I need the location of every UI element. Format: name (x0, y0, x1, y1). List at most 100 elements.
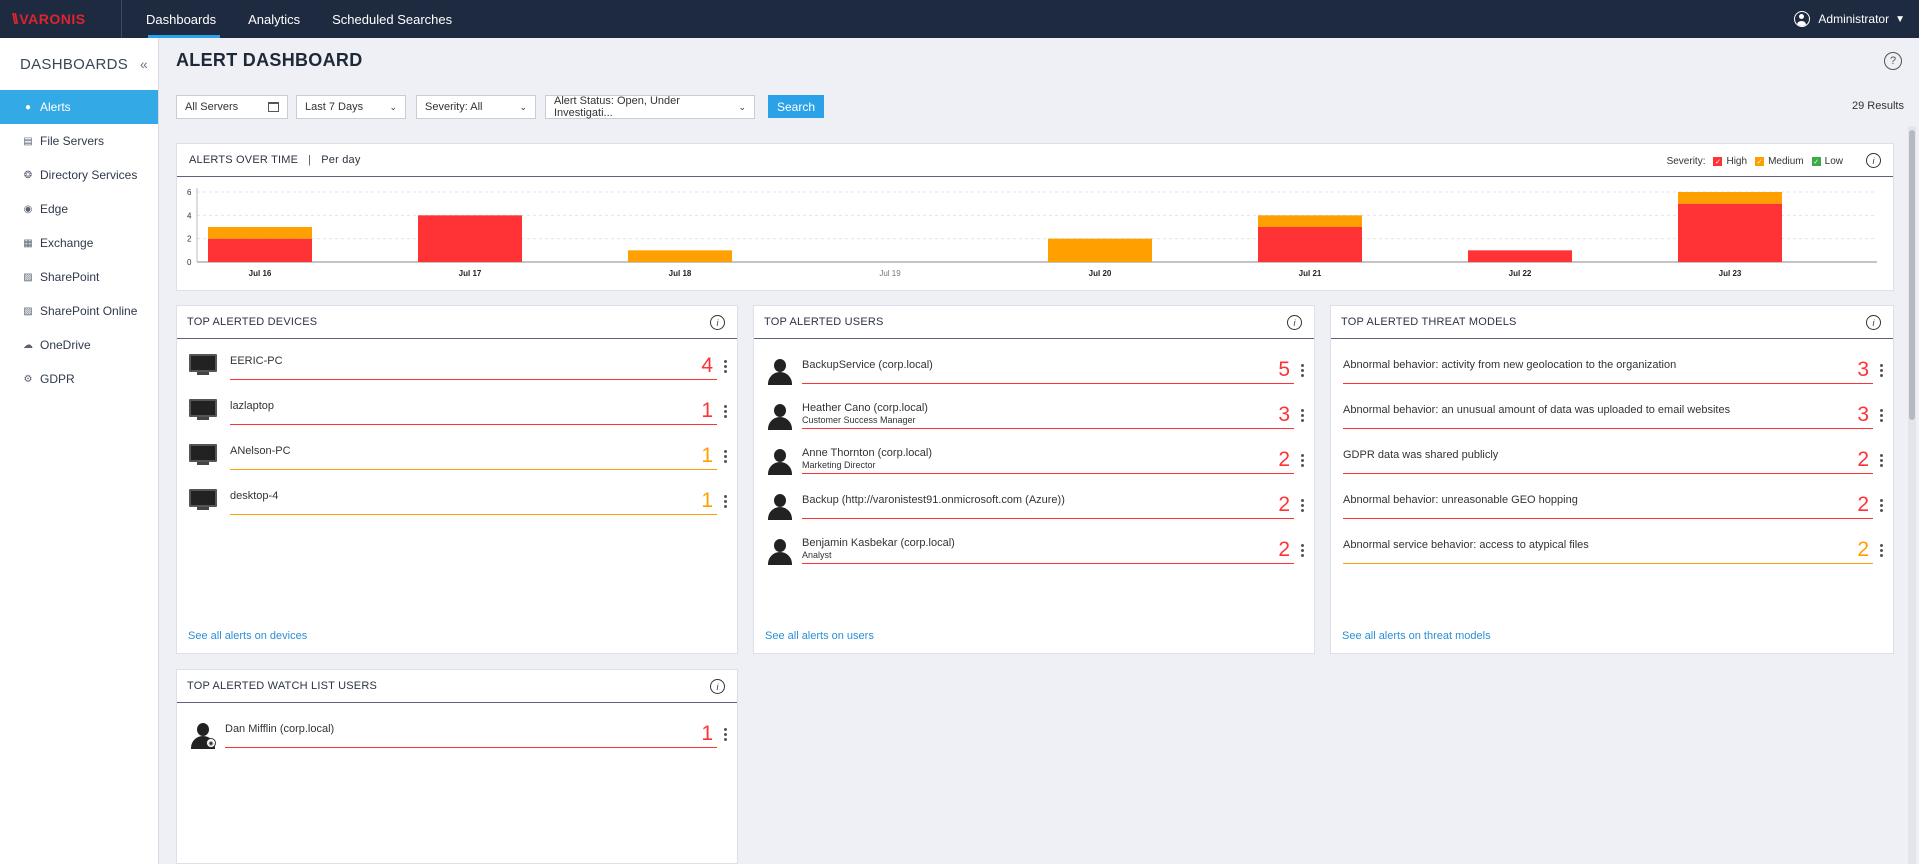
row-menu-icon[interactable] (724, 450, 728, 465)
sidebar-item-alerts[interactable]: ● Alerts (0, 90, 158, 124)
row-menu-icon[interactable] (724, 360, 728, 375)
row-menu-icon[interactable] (1301, 499, 1305, 514)
row-icon (189, 399, 217, 421)
scrollbar-thumb[interactable] (1909, 130, 1915, 420)
sidebar-item-onedrive[interactable]: ☁ OneDrive (0, 328, 158, 362)
card-header: TOP ALERTED WATCH LIST USERS (177, 670, 737, 703)
row-label: Dan Mifflin (corp.local) (225, 723, 335, 735)
help-icon[interactable]: ? (1884, 52, 1902, 70)
severity-filter[interactable]: Severity: All ⌄ (416, 95, 536, 119)
row-menu-icon[interactable] (724, 728, 728, 743)
checkbox-icon: ✓ (1755, 157, 1765, 166)
row-menu-icon[interactable] (1880, 409, 1884, 424)
severity-underline (802, 518, 1294, 519)
device-row[interactable]: lazlaptop 1 (177, 393, 737, 437)
info-icon[interactable]: i (1287, 315, 1302, 330)
y-tick-label: 6 (187, 188, 192, 197)
severity-underline (230, 469, 717, 470)
watch-list-user-row[interactable]: ◉ Dan Mifflin (corp.local) 1 (177, 716, 737, 760)
legend-item-medium[interactable]: ✓ Medium (1755, 156, 1804, 167)
alerts-chart: 0 2 4 6 Jul 16 Jul 17 Jul 18 Jul 19 Jul 20 Jul 21… (187, 188, 1877, 278)
device-row[interactable]: desktop-4 1 (177, 483, 737, 527)
info-icon[interactable]: i (710, 315, 725, 330)
user-row[interactable]: Benjamin Kasbekar (corp.local) Analyst 2 (754, 532, 1314, 576)
tab-scheduled-searches[interactable]: Scheduled Searches (316, 0, 468, 38)
period-filter[interactable]: Last 7 Days ⌄ (296, 95, 406, 119)
legend-item-high[interactable]: ✓ High (1713, 156, 1747, 167)
monitor-icon (189, 489, 217, 511)
exchange-icon: ▦ (23, 237, 33, 249)
sidebar-title: DASHBOARDS (20, 55, 129, 73)
see-all-threat-models-link[interactable]: See all alerts on threat models (1342, 630, 1491, 642)
alert-count: 2 (1857, 538, 1869, 561)
row-menu-icon[interactable] (1880, 454, 1884, 469)
collapse-sidebar-icon[interactable]: « (140, 56, 148, 72)
eye-icon: ◉ (206, 738, 216, 748)
user-row[interactable]: Backup (http://varonistest91.onmicrosoft… (754, 487, 1314, 531)
tab-analytics[interactable]: Analytics (232, 0, 316, 38)
sidebar-item-sharepoint-online[interactable]: ▨ SharePoint Online (0, 294, 158, 328)
sidebar-header: DASHBOARDS « (0, 38, 158, 90)
varonis-logo[interactable]: \\ VARONIS (0, 0, 122, 38)
row-label: Benjamin Kasbekar (corp.local) (802, 537, 955, 549)
alerts-over-time-card: ALERTS OVER TIME | Per day Severity: ✓ H… (176, 143, 1894, 291)
threat-model-row[interactable]: Abnormal service behavior: access to aty… (1331, 532, 1893, 576)
alert-status-filter[interactable]: Alert Status: Open, Under Investigati...… (545, 95, 755, 119)
info-icon[interactable]: i (1866, 153, 1881, 168)
user-menu[interactable]: Administrator ▼ (1794, 11, 1919, 27)
top-alerted-threat-models-card: TOP ALERTED THREAT MODELS i Abnormal beh… (1330, 305, 1894, 654)
servers-filter[interactable]: All Servers (176, 95, 288, 119)
threat-model-row[interactable]: Abnormal behavior: unreasonable GEO hopp… (1331, 487, 1893, 531)
threat-model-row[interactable]: GDPR data was shared publicly 2 (1331, 442, 1893, 486)
see-all-users-link[interactable]: See all alerts on users (765, 630, 874, 642)
device-row[interactable]: EERIC-PC 4 (177, 348, 737, 392)
card-header: TOP ALERTED THREAT MODELS (1331, 306, 1893, 339)
row-menu-icon[interactable] (724, 405, 728, 420)
severity-underline (230, 424, 717, 425)
row-menu-icon[interactable] (1301, 364, 1305, 379)
row-menu-icon[interactable] (1880, 544, 1884, 559)
alert-count: 2 (1857, 448, 1869, 471)
sidebar-item-directory-services[interactable]: ❂ Directory Services (0, 158, 158, 192)
top-alerted-devices-card: TOP ALERTED DEVICES i EERIC-PC 4 lazlaptop… (176, 305, 738, 654)
severity-underline (230, 379, 717, 380)
user-row[interactable]: Heather Cano (corp.local) Customer Succes… (754, 397, 1314, 441)
alert-count: 3 (1857, 358, 1869, 381)
bar-medium (208, 227, 312, 239)
device-row[interactable]: ANelson-PC 1 (177, 438, 737, 482)
bar-medium (1258, 215, 1362, 227)
user-row[interactable]: BackupService (corp.local) 5 (754, 352, 1314, 396)
sharepoint-icon: ▨ (23, 271, 33, 283)
card-header: TOP ALERTED DEVICES (177, 306, 737, 339)
row-menu-icon[interactable] (1301, 409, 1305, 424)
sidebar-item-label: SharePoint Online (40, 304, 138, 318)
row-menu-icon[interactable] (1301, 454, 1305, 469)
legend-item-low[interactable]: ✓ Low (1811, 156, 1843, 167)
info-icon[interactable]: i (1866, 315, 1881, 330)
row-menu-icon[interactable] (1880, 364, 1884, 379)
sidebar-item-file-servers[interactable]: ▤ File Servers (0, 124, 158, 158)
row-menu-icon[interactable] (724, 495, 728, 510)
sidebar-item-edge[interactable]: ◉ Edge (0, 192, 158, 226)
chevron-down-icon: ⌄ (738, 101, 746, 112)
row-menu-icon[interactable] (1301, 544, 1305, 559)
bar-high (1678, 203, 1782, 262)
alert-count: 1 (701, 399, 713, 422)
sidebar-item-sharepoint[interactable]: ▨ SharePoint (0, 260, 158, 294)
row-label: GDPR data was shared publicly (1343, 449, 1499, 461)
info-icon[interactable]: i (710, 679, 725, 694)
threat-model-row[interactable]: Abnormal behavior: activity from new geo… (1331, 352, 1893, 396)
sidebar-item-label: Exchange (40, 236, 94, 250)
sidebar-item-label: OneDrive (40, 338, 91, 352)
logo-mark-icon: \\ (12, 10, 19, 28)
see-all-devices-link[interactable]: See all alerts on devices (188, 630, 307, 642)
sidebar-item-exchange[interactable]: ▦ Exchange (0, 226, 158, 260)
row-menu-icon[interactable] (1880, 499, 1884, 514)
sharepoint-online-icon: ▨ (23, 305, 33, 317)
tab-dashboards[interactable]: Dashboards (130, 0, 232, 38)
user-row[interactable]: Anne Thornton (corp.local) Marketing Dire… (754, 442, 1314, 486)
sidebar-item-gdpr[interactable]: ⚙ GDPR (0, 362, 158, 396)
search-button[interactable]: Search (768, 95, 824, 118)
bar-medium (1048, 238, 1152, 262)
threat-model-row[interactable]: Abnormal behavior: an unusual amount of … (1331, 397, 1893, 441)
